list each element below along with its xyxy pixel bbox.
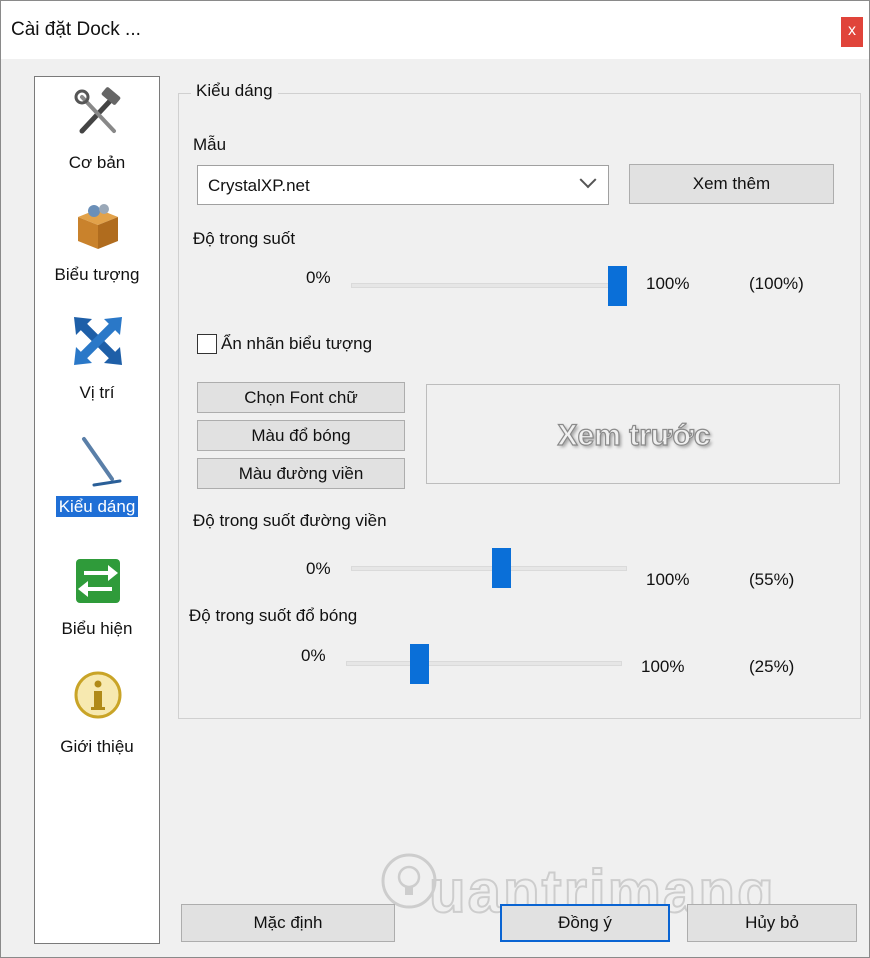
template-label: Mẫu — [193, 135, 227, 154]
transparency-value: (100%) — [749, 274, 804, 293]
transparency-slider-track[interactable] — [351, 283, 627, 288]
sidebar-item-label: Biểu tượng — [54, 265, 140, 284]
ok-button[interactable]: Đồng ý — [500, 904, 670, 942]
arrows-cross-icon — [74, 317, 122, 365]
pen-icon — [82, 437, 122, 487]
preview-text: Xem trước — [557, 418, 711, 452]
border-transparency-slider-track[interactable] — [351, 566, 627, 571]
transparency-max-label: 100% — [646, 274, 690, 293]
info-icon — [74, 671, 122, 719]
hide-labels-label: Ẩn nhãn biểu tượng — [221, 334, 373, 353]
window-title: Cài đặt Dock ... — [11, 19, 141, 40]
sidebar-item-label: Kiểu dáng — [55, 496, 139, 517]
shadow-transparency-min-label: 0% — [301, 646, 326, 665]
sidebar-item-basic[interactable]: Cơ bản — [35, 81, 159, 191]
shadow-transparency-value: (25%) — [749, 657, 795, 676]
shadow-transparency-label: Độ trong suốt đổ bóng — [189, 606, 358, 625]
sidebar-item-about[interactable]: Giới thiệu — [35, 663, 159, 773]
preview-box: Xem trước — [426, 384, 840, 484]
border-color-button[interactable]: Màu đường viền — [197, 458, 405, 489]
swap-arrows-icon — [76, 559, 120, 603]
sidebar-item-style[interactable]: Kiểu dáng — [35, 429, 159, 529]
sidebar-item-icons[interactable]: Biểu tượng — [35, 193, 159, 303]
border-transparency-slider-thumb[interactable] — [492, 548, 511, 588]
sidebar-item-position[interactable]: Vị trí — [35, 309, 159, 419]
chevron-down-icon — [579, 171, 597, 189]
template-dropdown[interactable]: CrystalXP.net — [197, 165, 609, 205]
more-templates-button[interactable]: Xem thêm — [629, 164, 834, 204]
close-button[interactable]: x — [841, 17, 863, 47]
template-value: CrystalXP.net — [208, 176, 310, 195]
hide-labels-checkbox[interactable] — [197, 334, 217, 354]
sidebar-item-label: Giới thiệu — [60, 737, 134, 756]
sidebar-item-label: Vị trí — [79, 383, 115, 402]
settings-window: Cài đặt Dock ... x Cơ bản Biểu tượng Vị … — [0, 0, 870, 958]
transparency-min-label: 0% — [306, 268, 331, 287]
cancel-button[interactable]: Hủy bỏ — [687, 904, 857, 942]
shadow-color-button[interactable]: Màu đổ bóng — [197, 420, 405, 451]
group-title: Kiểu dáng — [191, 81, 278, 101]
border-transparency-min-label: 0% — [306, 559, 331, 578]
sidebar-item-behavior[interactable]: Biểu hiện — [35, 547, 159, 657]
shadow-transparency-slider-thumb[interactable] — [410, 644, 429, 684]
border-transparency-value: (55%) — [749, 570, 795, 589]
choose-font-button[interactable]: Chọn Font chữ — [197, 382, 405, 413]
default-button[interactable]: Mặc định — [181, 904, 395, 942]
shadow-transparency-max-label: 100% — [641, 657, 685, 676]
box-icon — [78, 204, 118, 249]
transparency-label: Độ trong suốt — [193, 229, 296, 248]
border-transparency-label: Độ trong suốt đường viền — [193, 511, 387, 530]
sidebar-item-label: Cơ bản — [68, 153, 126, 172]
border-transparency-max-label: 100% — [646, 570, 690, 589]
sidebar-item-label: Biểu hiện — [61, 619, 133, 638]
title-bar[interactable]: Cài đặt Dock ... x — [1, 1, 869, 59]
shadow-transparency-slider-track[interactable] — [346, 661, 622, 666]
transparency-slider-thumb[interactable] — [608, 266, 627, 306]
tools-icon — [74, 87, 121, 134]
category-sidebar: Cơ bản Biểu tượng Vị trí Kiểu dáng Biểu … — [34, 76, 160, 944]
